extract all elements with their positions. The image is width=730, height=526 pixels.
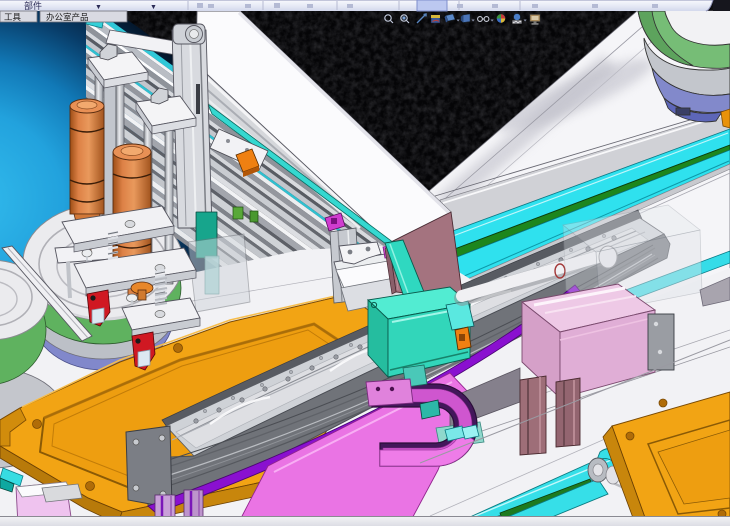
svg-text:▼: ▼ — [150, 4, 157, 11]
svg-text:工具: 工具 — [4, 12, 22, 22]
svg-text:▼: ▼ — [95, 4, 102, 11]
svg-text:办公室产品: 办公室产品 — [46, 12, 89, 22]
svg-text:部件: 部件 — [24, 0, 42, 11]
